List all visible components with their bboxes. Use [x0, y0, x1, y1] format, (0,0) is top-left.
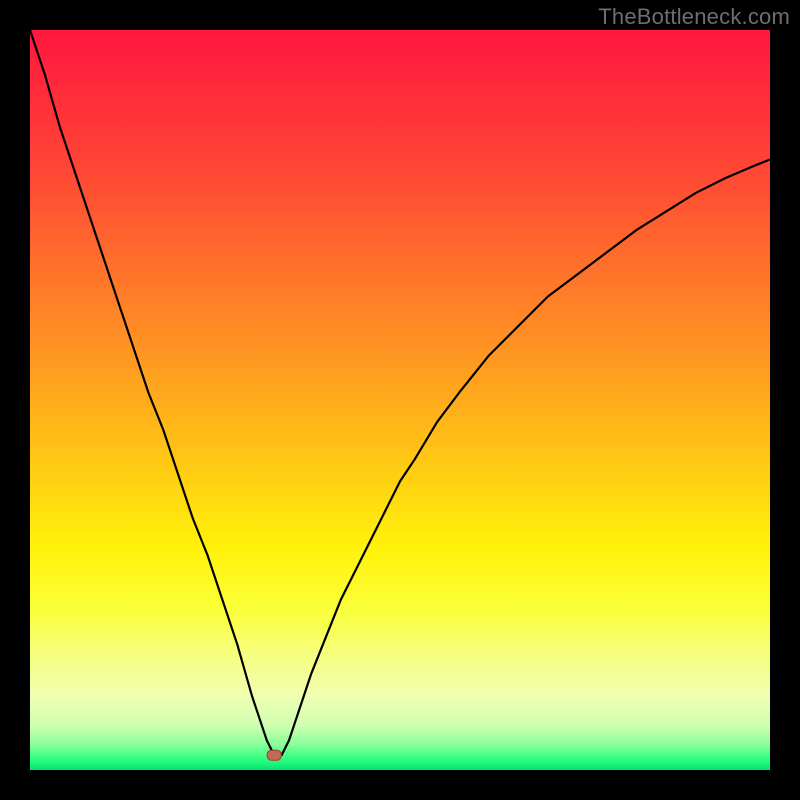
- optimal-point-marker: [267, 750, 281, 760]
- chart-frame: TheBottleneck.com: [0, 0, 800, 800]
- chart-background: [30, 30, 770, 770]
- bottleneck-chart: [30, 30, 770, 770]
- watermark-text: TheBottleneck.com: [598, 4, 790, 30]
